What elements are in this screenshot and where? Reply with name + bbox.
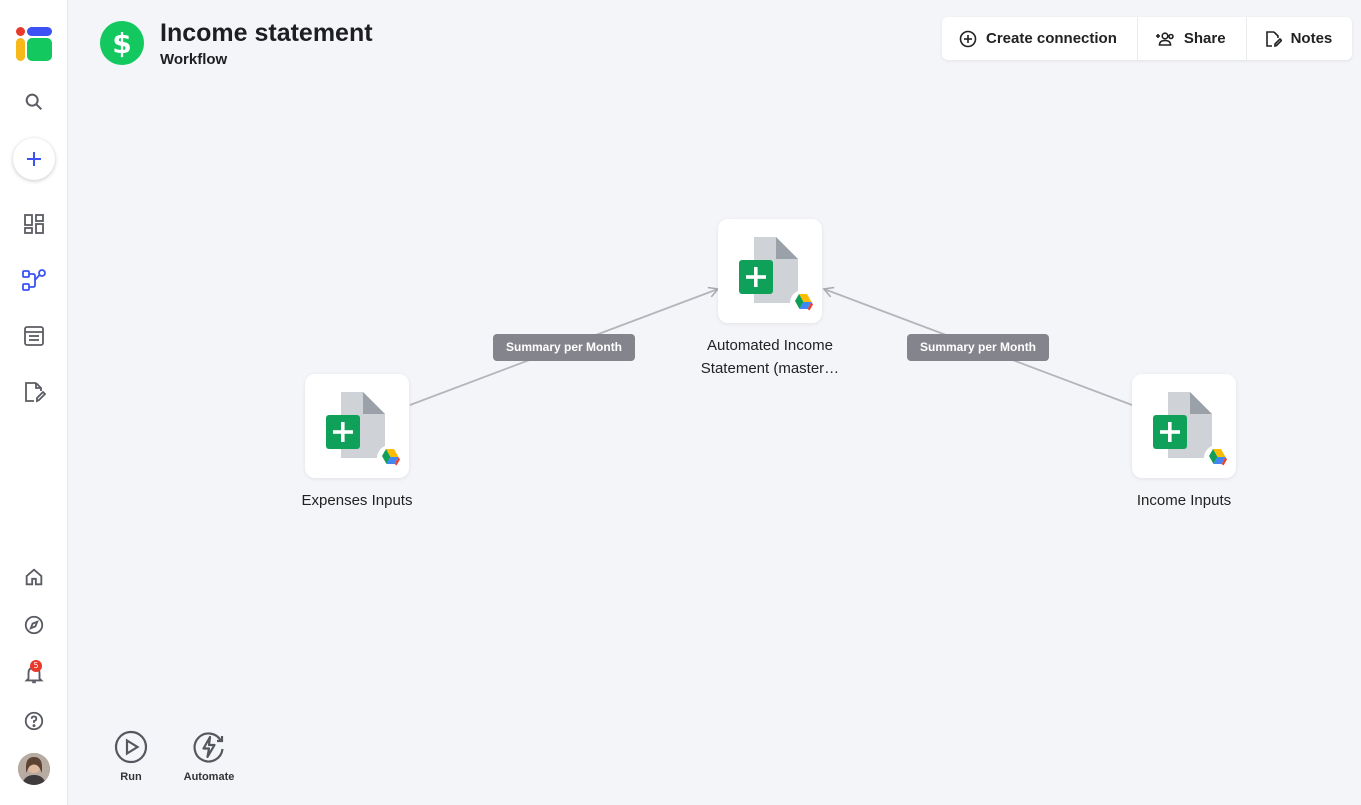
play-circle-icon — [114, 730, 148, 764]
run-label: Run — [120, 771, 142, 783]
google-sheets-icon — [1153, 392, 1230, 471]
node-master-label: Automated Income Statement (master… — [700, 337, 840, 377]
table-icon[interactable] — [0, 316, 68, 356]
node-expenses[interactable] — [305, 374, 409, 478]
google-sheets-icon — [326, 392, 403, 471]
home-icon[interactable] — [0, 557, 68, 597]
bell-icon[interactable]: 5 — [0, 654, 68, 694]
edge-label-left[interactable]: Summary per Month — [493, 334, 636, 361]
automate-button[interactable]: Automate — [180, 730, 238, 783]
edge-label-right[interactable]: Summary per Month — [907, 334, 1050, 361]
sidebar: 5 — [0, 0, 68, 805]
workflow-canvas[interactable]: Summary per Month Summary per Month Auto… — [68, 0, 1361, 805]
app-logo-icon[interactable] — [0, 24, 68, 64]
node-income[interactable] — [1132, 374, 1236, 478]
search-icon[interactable] — [0, 82, 68, 122]
automate-label: Automate — [183, 771, 235, 783]
compass-icon[interactable] — [0, 605, 68, 645]
node-expenses-label: Expenses Inputs — [301, 492, 413, 509]
run-button[interactable]: Run — [110, 730, 152, 783]
edit-note-icon[interactable] — [0, 372, 68, 412]
help-icon[interactable] — [0, 701, 68, 741]
add-button[interactable] — [0, 138, 68, 180]
workflow-icon[interactable] — [0, 260, 68, 300]
notification-badge: 5 — [30, 660, 42, 672]
node-master[interactable] — [718, 219, 822, 323]
automate-icon — [193, 732, 224, 763]
avatar[interactable] — [0, 749, 68, 789]
dashboard-icon[interactable] — [0, 204, 68, 244]
node-income-label: Income Inputs — [1136, 492, 1232, 509]
plus-icon[interactable] — [13, 138, 55, 180]
google-sheets-icon — [739, 237, 816, 316]
